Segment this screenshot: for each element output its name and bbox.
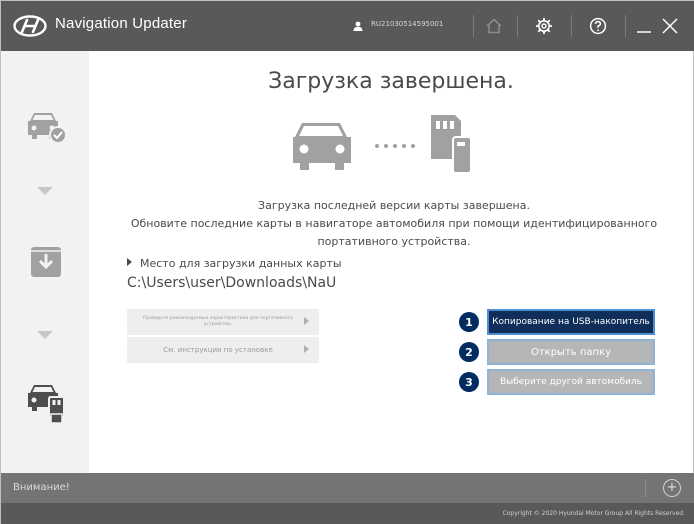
copyright-text: Copyright © 2020 Hyundai Motor Group All… xyxy=(502,510,685,517)
user-id: RU21030514595001 xyxy=(371,20,444,28)
download-location-text: Место для загрузки данных карты xyxy=(140,257,342,270)
description-line: портативного устройства. xyxy=(317,235,471,248)
step-number-1: 1 xyxy=(459,312,479,332)
step-number-2: 2 xyxy=(459,342,479,362)
description-line: Загрузка последней версии карты завершен… xyxy=(258,199,530,212)
open-folder-button[interactable]: Открыть папку xyxy=(487,339,655,365)
install-instructions-link[interactable]: См. инструкции по установке xyxy=(127,337,319,363)
title-bar: Navigation Updater RU21030514595001 xyxy=(1,1,694,51)
app-title: Navigation Updater xyxy=(55,15,188,32)
step-number-3: 3 xyxy=(459,372,479,392)
footer: Copyright © 2020 Hyundai Motor Group All… xyxy=(1,503,694,524)
device-requirements-label: Проверьте рекомендуемые характеристики д… xyxy=(143,316,293,327)
help-button[interactable] xyxy=(585,13,611,39)
close-button[interactable] xyxy=(657,13,683,39)
notice-bar: Внимание! + xyxy=(1,473,694,503)
transfer-dots-icon xyxy=(375,144,415,148)
car-icon xyxy=(293,123,351,170)
settings-gear-icon xyxy=(536,18,552,34)
completion-description: Загрузка последней версии карты завершен… xyxy=(99,197,689,251)
titlebar-divider xyxy=(625,15,626,37)
minimize-button[interactable] xyxy=(631,13,657,39)
description-line: Обновите последние карты в навигаторе ав… xyxy=(130,217,658,230)
step-sidebar xyxy=(1,51,89,473)
titlebar-divider xyxy=(517,15,518,37)
help-icon xyxy=(589,17,607,35)
step-arrow-icon xyxy=(37,187,53,195)
car-to-device-illustration xyxy=(293,115,472,174)
copy-to-usb-button[interactable]: Копирование на USB-накопитель xyxy=(487,309,655,335)
notice-label[interactable]: Внимание! xyxy=(13,482,70,493)
chevron-right-icon xyxy=(304,345,309,353)
car-check-icon xyxy=(28,113,67,144)
app-window: Navigation Updater RU21030514595001 Загр… xyxy=(0,0,694,524)
notice-divider xyxy=(645,479,646,497)
page-title: Загрузка завершена. xyxy=(268,69,514,94)
minimize-icon xyxy=(637,31,651,33)
step-arrow-icon xyxy=(37,331,53,339)
download-location-label: Место для загрузки данных карты xyxy=(127,257,342,270)
chevron-right-icon xyxy=(304,317,309,325)
close-icon xyxy=(662,18,678,34)
car-device-icon xyxy=(28,385,65,424)
expand-notice-button[interactable]: + xyxy=(663,479,681,497)
sd-card-phone-icon xyxy=(431,115,472,174)
select-other-car-button[interactable]: Выберите другой автомобиль xyxy=(487,369,655,395)
install-instructions-label: См. инструкции по установке xyxy=(163,346,273,354)
main-panel: Загрузка завершена. Загрузка последней в… xyxy=(89,51,693,473)
hyundai-logo-icon xyxy=(13,15,47,37)
titlebar-divider xyxy=(473,15,474,37)
download-location-path: C:\Users\user\Downloads\NaU xyxy=(127,275,337,291)
settings-button[interactable] xyxy=(531,13,557,39)
bullet-triangle-icon xyxy=(127,258,132,266)
download-icon xyxy=(31,247,61,277)
home-icon xyxy=(486,18,502,34)
titlebar-divider xyxy=(571,15,572,37)
user-icon xyxy=(353,21,363,31)
device-requirements-link[interactable]: Проверьте рекомендуемые характеристики д… xyxy=(127,309,319,335)
home-button[interactable] xyxy=(481,13,507,39)
